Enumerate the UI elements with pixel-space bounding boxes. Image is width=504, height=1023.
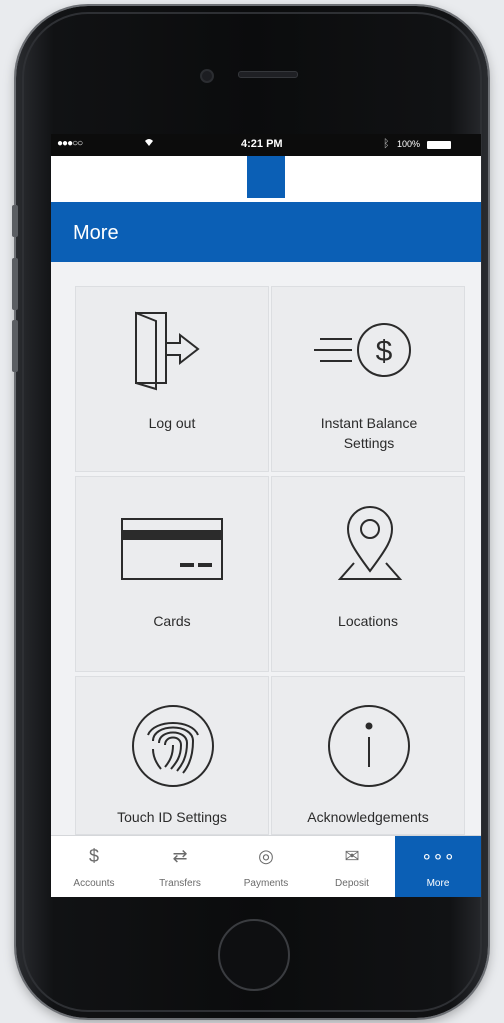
logout-door-icon [135, 311, 200, 391]
brand-logo [247, 156, 285, 198]
volume-down-button [12, 320, 18, 372]
signal-strength: ●●●○○ [57, 138, 83, 149]
tile-cards[interactable]: Cards [75, 476, 269, 672]
fingerprint-icon [132, 705, 214, 787]
credit-card-icon [121, 518, 223, 580]
tile-label: Locations [338, 613, 398, 629]
tab-transfers[interactable]: ⇄ Transfers [137, 836, 223, 897]
tile-instant-balance-settings[interactable]: $ Instant Balance Settings [271, 286, 465, 472]
info-icon [328, 705, 410, 787]
app-screen: ●●●○○ 4:21 PM ᛒ 100% More Log out $ Inst… [51, 134, 481, 897]
deposit-icon: ✉ [344, 846, 360, 866]
logo-bar [51, 156, 481, 202]
header-bar: More [51, 202, 481, 262]
home-button[interactable] [218, 919, 290, 991]
tile-label: Instant Balance Settings [320, 415, 418, 451]
tab-label: Transfers [159, 878, 201, 889]
tile-locations[interactable]: Locations [271, 476, 465, 672]
status-bar: ●●●○○ 4:21 PM ᛒ 100% [51, 134, 481, 156]
tab-more[interactable]: ∘∘∘ More [395, 836, 481, 897]
instant-balance-dollar-icon: $ [314, 323, 411, 377]
more-dots-icon: ∘∘∘ [421, 846, 455, 866]
tab-label: Payments [243, 878, 289, 889]
tab-label: More [426, 878, 450, 889]
location-pin-icon [337, 506, 403, 580]
battery-icon [427, 141, 451, 149]
svg-text:$: $ [376, 335, 393, 368]
transfer-icon: ⇄ [172, 846, 188, 866]
tile-log-out[interactable]: Log out [75, 286, 269, 472]
tab-deposit[interactable]: ✉ Deposit [309, 836, 395, 897]
tile-label: Cards [153, 613, 191, 629]
tile-label: Log out [148, 415, 196, 431]
wifi-icon [143, 137, 155, 150]
tab-payments[interactable]: ◎ Payments [223, 836, 309, 897]
tab-bar: $ Accounts ⇄ Transfers ◎ Payments ✉ Depo… [51, 835, 481, 897]
battery-percent: 100% [397, 139, 421, 149]
mute-switch [12, 205, 18, 237]
page-title: More [73, 222, 119, 244]
earpiece-speaker [238, 71, 298, 78]
tile-label: Touch ID Settings [117, 809, 227, 825]
tile-acknowledgements[interactable]: Acknowledgements [271, 676, 465, 835]
dollar-icon: $ [88, 846, 99, 866]
tile-label: Acknowledgements [307, 809, 429, 825]
tile-touch-id-settings[interactable]: Touch ID Settings [75, 676, 269, 835]
status-time: 4:21 PM [241, 138, 283, 150]
tab-accounts[interactable]: $ Accounts [51, 836, 137, 897]
bluetooth-icon: ᛒ [383, 138, 390, 150]
volume-up-button [12, 258, 18, 310]
menu-grid: Log out $ Instant Balance Settings Cards [51, 262, 481, 835]
front-camera [200, 69, 214, 83]
tab-label: Accounts [73, 878, 115, 889]
tab-label: Deposit [335, 878, 369, 889]
payment-icon: ◎ [258, 846, 274, 866]
